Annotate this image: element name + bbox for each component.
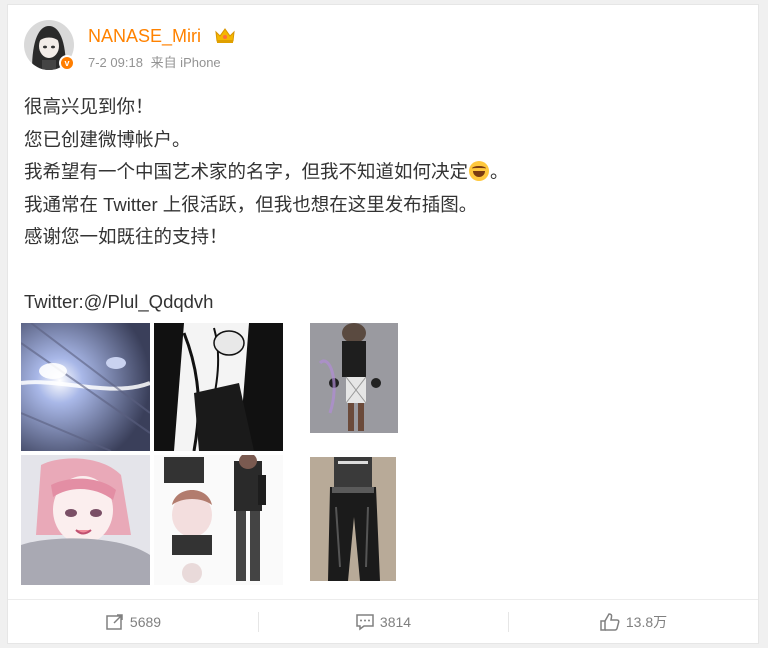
post-source: 来自 iPhone — [150, 55, 221, 70]
like-button[interactable]: 13.8万 — [508, 600, 758, 643]
laugh-cry-emoji-icon — [469, 161, 490, 181]
pink-hair-girl-artwork-icon — [21, 455, 150, 585]
post-meta: 7-2 09:18 来自 iPhone — [88, 52, 225, 71]
repost-icon — [106, 613, 123, 630]
comment-count: 3814 — [379, 613, 412, 630]
weibo-post-card: v NANASE_Miri 7-2 09:18 来自 iPhone 很高兴见到你… — [7, 4, 759, 644]
repost-count: 5689 — [129, 613, 162, 630]
post-body: 很高兴见到你！ 您已创建微博帐户。 我希望有一个中国艺术家的名字，但我不知道如何… — [24, 91, 744, 319]
post-line-text: 我希望有一个中国艺术家的名字，但我不知道如何决定 — [24, 161, 469, 182]
comment-icon — [356, 613, 374, 630]
post-line-text: 。 — [490, 161, 509, 182]
post-line: 我希望有一个中国艺术家的名字，但我不知道如何决定。 — [24, 156, 744, 189]
twitter-handle[interactable]: Twitter:@/Plul_Qdqdvh — [24, 286, 744, 319]
post-line: 您已创建微博帐户。 — [24, 128, 191, 150]
post-line: 我通常在 Twitter 上很活跃，但我也想在这里发布插图。 — [24, 193, 478, 215]
crown-icon[interactable] — [214, 26, 236, 44]
post-line: 很高兴见到你！ — [24, 96, 154, 117]
like-count: 13.8万 — [625, 613, 668, 630]
monochrome-hands-artwork-icon — [154, 323, 283, 451]
post-actions: 5689 3814 13.8万 — [8, 599, 758, 643]
verified-badge-icon: v — [59, 55, 75, 71]
repost-button[interactable]: 5689 — [8, 600, 258, 643]
leather-outfit-artwork-icon — [310, 457, 396, 581]
image-thumbnail-1[interactable] — [21, 323, 150, 451]
thumbs-up-icon — [600, 612, 620, 631]
outfit-figure-artwork-icon — [310, 323, 398, 433]
image-thumbnail-3[interactable] — [310, 323, 398, 433]
post-timestamp[interactable]: 7-2 09:18 — [88, 55, 143, 70]
character-sheet-artwork-icon — [154, 455, 283, 585]
post-line: 感谢您一如既往的支持！ — [24, 226, 228, 247]
image-thumbnail-5[interactable] — [154, 455, 283, 585]
image-thumbnail-4[interactable] — [21, 455, 150, 585]
image-thumbnail-2[interactable] — [154, 323, 283, 451]
comment-button[interactable]: 3814 — [258, 600, 508, 643]
image-thumbnail-6[interactable] — [310, 457, 396, 581]
glowing-face-artwork-icon — [21, 323, 150, 451]
username[interactable]: NANASE_Miri — [88, 26, 201, 47]
